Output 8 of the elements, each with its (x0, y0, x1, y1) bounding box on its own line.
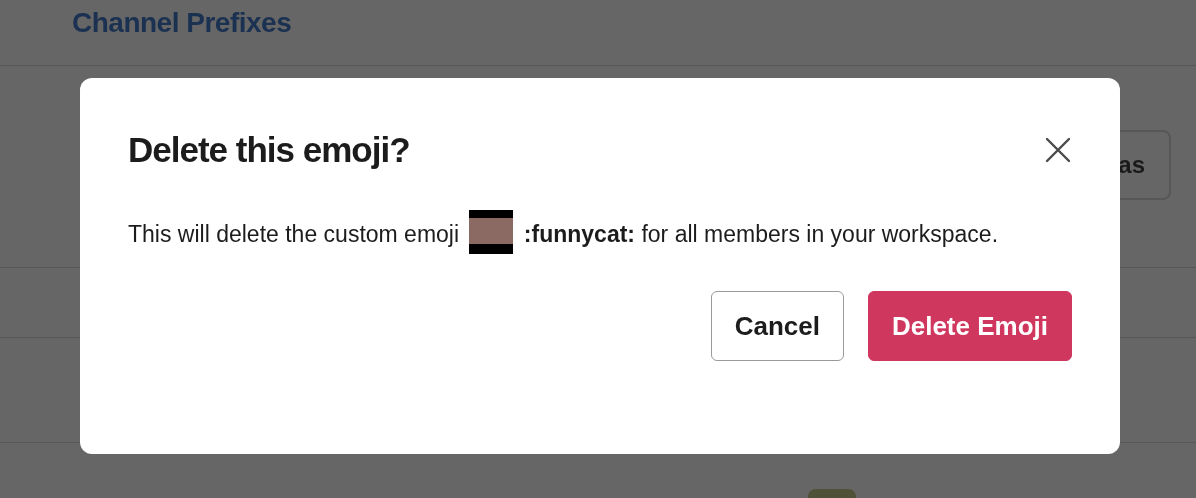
dialog-message: :funnycat: for all members in your workspace. (523, 220, 999, 247)
dialog-title: Delete this emoji? (128, 129, 410, 171)
delete-button[interactable]: Delete Emoji (867, 291, 1072, 362)
dialog-message: This will delete the custom emoji (128, 220, 460, 247)
emoji-image (469, 210, 514, 255)
section-heading: Channel Prefixes (72, 6, 292, 40)
close-icon (1045, 137, 1071, 164)
cancel-button[interactable]: Cancel (710, 291, 844, 362)
